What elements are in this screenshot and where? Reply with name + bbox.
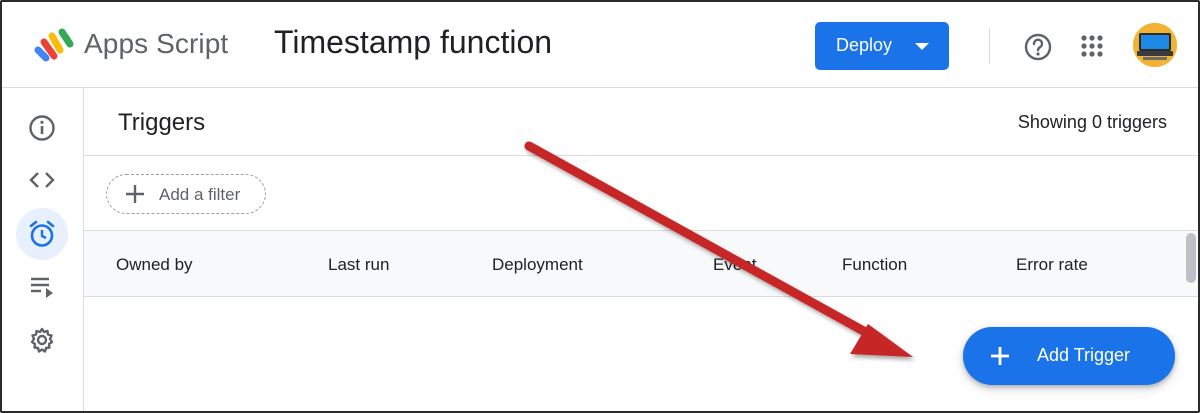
info-icon	[29, 115, 55, 141]
help-icon[interactable]	[1023, 32, 1053, 62]
column-deployment[interactable]: Deployment	[492, 255, 583, 275]
trigger-count: Showing 0 triggers	[1017, 112, 1167, 132]
table-header: Owned by Last run Deployment Event Funct…	[84, 230, 1198, 297]
left-nav	[2, 88, 84, 411]
app-window: Apps Script Timestamp function Deploy Tr…	[0, 0, 1200, 413]
deploy-button[interactable]: Deploy	[815, 22, 949, 70]
vertical-scrollbar[interactable]	[1186, 233, 1196, 283]
app-name: Apps Script	[84, 28, 229, 59]
nav-triggers[interactable]	[16, 208, 68, 260]
add-filter-button[interactable]: Add a filter	[106, 174, 266, 214]
deploy-label: Deploy	[836, 35, 893, 55]
executions-icon	[31, 277, 53, 298]
code-icon	[29, 172, 55, 188]
project-title[interactable]: Timestamp function	[274, 24, 552, 61]
alarm-clock-icon	[29, 220, 55, 247]
header-divider	[989, 28, 990, 64]
caret-down-icon	[915, 43, 929, 50]
plus-icon	[126, 185, 144, 203]
add-trigger-label: Add Trigger	[1037, 345, 1131, 365]
column-last-run[interactable]: Last run	[328, 255, 389, 275]
add-trigger-button[interactable]: Add Trigger	[963, 327, 1175, 385]
avatar-image	[1133, 23, 1177, 67]
column-error-rate[interactable]: Error rate	[1016, 255, 1088, 275]
page-title: Triggers	[118, 109, 206, 136]
triggers-panel: Triggers Showing 0 triggers Add a filter…	[84, 88, 1198, 411]
apps-script-logo	[34, 28, 74, 62]
nav-editor[interactable]	[16, 154, 68, 206]
apps-grid-icon[interactable]	[1080, 34, 1104, 58]
divider	[84, 155, 1198, 156]
plus-icon	[991, 347, 1009, 365]
top-bar: Apps Script Timestamp function Deploy	[2, 2, 1198, 88]
column-event[interactable]: Event	[713, 255, 756, 275]
column-owned-by[interactable]: Owned by	[116, 255, 193, 275]
nav-overview[interactable]	[16, 102, 68, 154]
avatar[interactable]	[1133, 23, 1177, 67]
nav-executions[interactable]	[16, 261, 68, 313]
nav-settings[interactable]	[16, 314, 68, 366]
column-function[interactable]: Function	[842, 255, 907, 275]
gear-icon	[30, 327, 54, 353]
add-filter-label: Add a filter	[159, 185, 241, 204]
